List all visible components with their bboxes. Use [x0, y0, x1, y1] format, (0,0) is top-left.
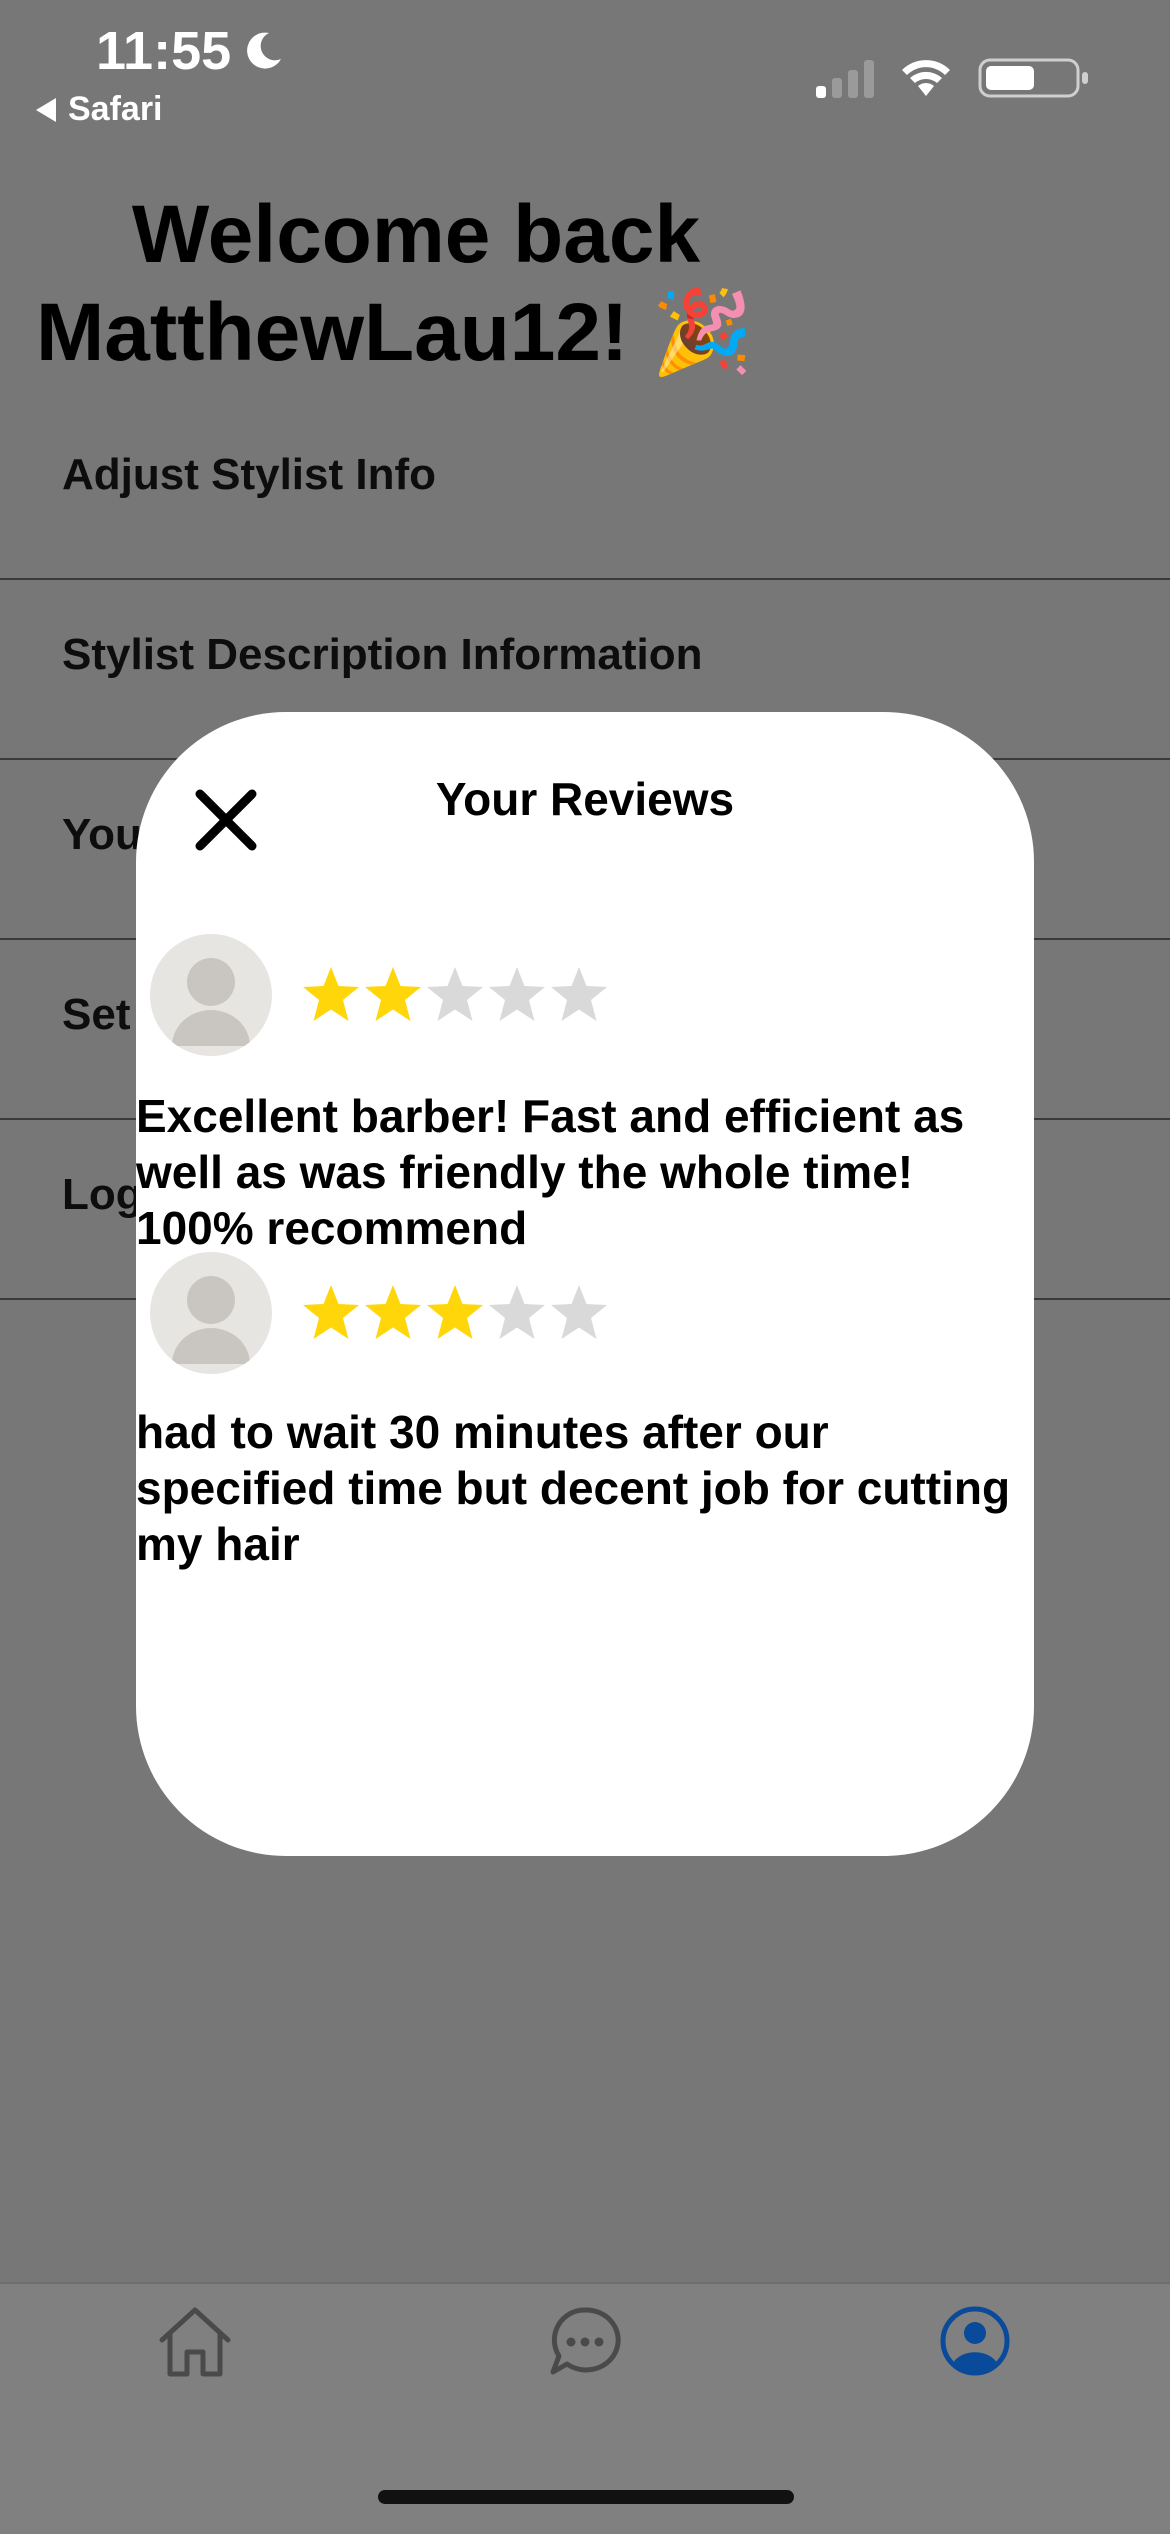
welcome-line-2: MatthewLau12! 🎉: [36, 287, 754, 378]
user-placeholder-icon: [172, 958, 250, 1046]
menu-item-label: You: [62, 810, 142, 859]
star-filled-icon: [303, 1285, 359, 1339]
star-filled-icon: [427, 1285, 483, 1339]
star-filled-icon: [365, 967, 421, 1021]
menu-item-label: Stylist Description Information: [62, 630, 703, 679]
star-empty-icon: [489, 1285, 545, 1339]
menu-item-adjust-stylist-info[interactable]: Adjust Stylist Info: [0, 400, 1170, 580]
star-filled-icon: [303, 967, 359, 1021]
tab-messages[interactable]: [540, 2296, 630, 2386]
wifi-icon: [902, 60, 950, 96]
profile-icon: [940, 2306, 1010, 2376]
review-text: Excellent barber! Fast and efficient as …: [136, 1090, 965, 1254]
star-rating: [300, 1282, 610, 1344]
star-empty-icon: [551, 1285, 607, 1339]
back-label: Safari: [68, 90, 163, 128]
user-placeholder-icon: [172, 1276, 250, 1364]
star-rating: [300, 964, 610, 1026]
menu-item-label: Log: [62, 1170, 143, 1219]
cellular-signal-icon: [816, 58, 874, 98]
status-time: 11:55: [96, 20, 285, 82]
star-filled-icon: [365, 1285, 421, 1339]
avatar: [150, 1252, 272, 1374]
status-time-text: 11:55: [96, 21, 232, 81]
battery-icon: [978, 58, 1088, 98]
reviews-modal: Your Reviews Excellent barber! Fast and …: [136, 712, 1034, 1856]
star-empty-icon: [551, 967, 607, 1021]
status-icons: [816, 56, 1090, 100]
review-text: had to wait 30 minutes after our specifi…: [136, 1406, 1011, 1570]
menu-item-label: Set: [62, 990, 131, 1039]
star-empty-icon: [489, 967, 545, 1021]
tab-home[interactable]: [150, 2296, 240, 2386]
back-to-safari[interactable]: Safari: [36, 90, 163, 129]
moon-icon: [247, 32, 282, 69]
tab-profile[interactable]: [930, 2296, 1020, 2386]
menu-item-label: Adjust Stylist Info: [62, 450, 436, 499]
welcome-heading: Welcome back MatthewLau12! 🎉: [36, 186, 796, 382]
chat-icon: [550, 2307, 621, 2375]
avatar: [150, 934, 272, 1056]
back-arrow-icon: [36, 97, 56, 122]
home-icon: [159, 2307, 231, 2377]
modal-title: Your Reviews: [435, 773, 735, 825]
welcome-line-1: Welcome back: [131, 189, 701, 280]
home-indicator[interactable]: [378, 2490, 794, 2504]
star-empty-icon: [427, 967, 483, 1021]
